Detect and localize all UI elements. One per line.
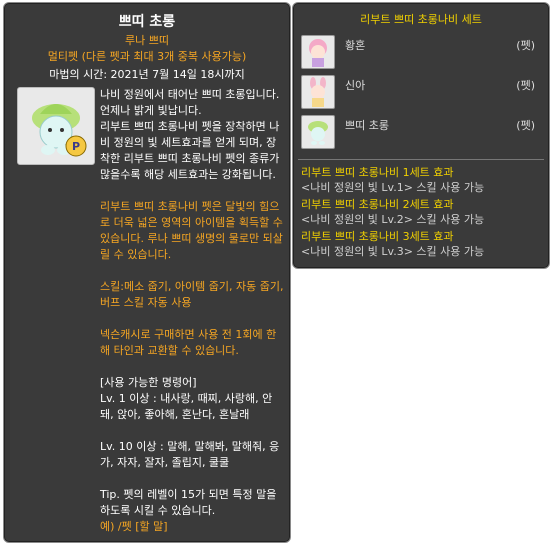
command-example: 예) /펫 [할 말] xyxy=(100,520,168,533)
set-pet-name: 쁘띠 초롱 xyxy=(345,119,389,132)
item-name: 쁘띠 초롱 xyxy=(118,14,176,30)
trade-note: 넥슨캐시로 구매하면 사용 전 1회에 한해 타인과 교환할 수 있습니다. xyxy=(100,328,277,357)
set-effect-1: 리부트 쁘띠 초롱나비 1세트 효과 <나비 정원의 빛 Lv.1> 스킬 사용… xyxy=(301,165,546,195)
set-effect-3: 리부트 쁘띠 초롱나비 3세트 효과 <나비 정원의 빛 Lv.3> 스킬 사용… xyxy=(301,229,546,259)
item-description: 나비 정원에서 태어난 쁘띠 초롱입니다. 언제나 밝게 빛납니다. 리부트 쁘… xyxy=(100,88,280,181)
pet-icon-frame: P xyxy=(17,87,95,165)
set-pet-name: 신아 xyxy=(345,79,366,92)
set-pet-row: 황혼 (펫) xyxy=(301,35,541,69)
pink-hair-pet-icon xyxy=(301,35,335,69)
set-effect-title: 리부트 쁘띠 초롱나비 1세트 효과 xyxy=(301,166,454,179)
tip-text: Tip. 펫의 레벨이 15가 되면 특정 말을 하도록 시킬 수 있습니다. xyxy=(100,488,277,517)
set-pet-row: 신아 (펫) xyxy=(301,75,541,109)
svg-text:P: P xyxy=(72,140,80,153)
green-sprout-pet-icon xyxy=(301,115,335,149)
commands-header: [사용 가능한 명령어] xyxy=(100,376,197,389)
multipet-note: 멀티펫 (다른 펫과 최대 3개 중복 사용가능) xyxy=(47,50,247,63)
commands-lv1: Lv. 1 이상 : 내사랑, 때찌, 사랑해, 안돼, 앉아, 좋아해, 혼난… xyxy=(100,392,273,421)
divider xyxy=(298,159,544,160)
bunny-girl-pet-icon xyxy=(301,75,335,109)
set-pet-row: 쁘띠 초롱 (펫) xyxy=(301,115,541,149)
item-category: 루나 쁘띠 xyxy=(125,34,169,47)
set-pet-name: 황혼 xyxy=(345,39,366,52)
set-effect-desc: <나비 정원의 빛 Lv.3> 스킬 사용 가능 xyxy=(301,245,485,258)
set-effect-desc: <나비 정원의 빛 Lv.1> 스킬 사용 가능 xyxy=(301,181,485,194)
set-pet-tag: (펫) xyxy=(516,119,535,132)
set-title: 리부트 쁘띠 초롱나비 세트 xyxy=(360,13,482,26)
commands-lv10: Lv. 10 이상 : 말해, 말해봐, 말해줘, 응가, 자자, 잘자, 졸립… xyxy=(100,440,280,469)
skill-list: 스킬:메소 줍기, 아이템 줍기, 자동 줍기, 버프 스킬 자동 사용 xyxy=(100,280,284,309)
item-tooltip-panel: 쁘띠 초롱 루나 쁘띠 멀티펫 (다른 펫과 최대 3개 중복 사용가능) 마법… xyxy=(3,2,291,543)
set-effect-desc: <나비 정원의 빛 Lv.2> 스킬 사용 가능 xyxy=(301,213,485,226)
green-sprout-pet-icon: P xyxy=(32,104,87,157)
set-effect-2: 리부트 쁘띠 초롱나비 2세트 효과 <나비 정원의 빛 Lv.2> 스킬 사용… xyxy=(301,197,546,227)
set-pet-tag: (펫) xyxy=(516,39,535,52)
magic-time: 마법의 시간: 2021년 7월 14일 18시까지 xyxy=(49,68,245,81)
set-effect-title: 리부트 쁘띠 초롱나비 3세트 효과 xyxy=(301,230,454,243)
set-effect-title: 리부트 쁘띠 초롱나비 2세트 효과 xyxy=(301,198,454,211)
luna-description: 리부트 쁘띠 초롱나비 펫은 달빛의 힘으로 더욱 넓은 영역의 아이템을 획득… xyxy=(100,200,283,261)
set-effect-panel: 리부트 쁘띠 초롱나비 세트 황혼 (펫) 신아 (펫) 쁘띠 초롱 (펫) 리… xyxy=(292,2,550,269)
set-pet-tag: (펫) xyxy=(516,79,535,92)
